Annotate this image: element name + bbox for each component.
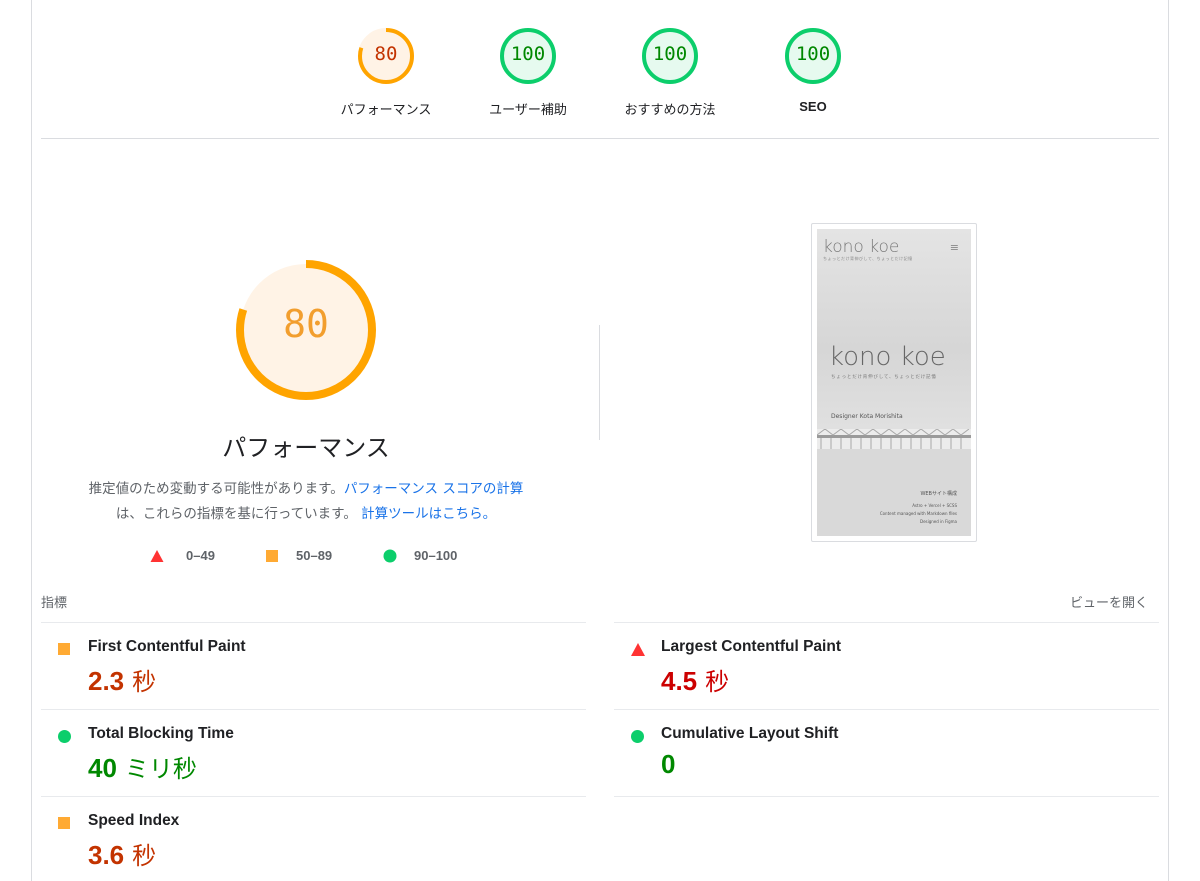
- legend-range: 50–89: [296, 548, 333, 563]
- metric-name: First Contentful Paint: [88, 638, 246, 655]
- score-calc-link[interactable]: パフォーマンス スコアの計算: [344, 481, 524, 497]
- metric-value: 3.6 秒: [88, 836, 156, 871]
- thumb-tech-item: Content managed with Markdown files: [879, 511, 957, 516]
- metric-number: 2.3: [88, 666, 125, 696]
- metric-number: 0: [661, 749, 676, 779]
- gauge-label: SEO: [799, 99, 827, 114]
- description-text: は、これらの指標を基に行っています。: [115, 506, 357, 522]
- row-divider: [41, 796, 586, 797]
- metric-name: Speed Index: [88, 812, 180, 829]
- gauge-label: おすすめの方法: [624, 103, 716, 118]
- metric-number: 3.6: [88, 840, 125, 870]
- triangle-icon: [631, 643, 645, 656]
- square-icon: [266, 550, 278, 562]
- metric-number: 4.5: [661, 666, 698, 696]
- screenshot-image: kono koe ≡ ちょっとだけ背伸びして、ちょっとだけ記憶 kono koe…: [817, 229, 971, 536]
- vertical-divider: [599, 325, 600, 440]
- metric-unit: 秒: [132, 668, 157, 696]
- view-toggle-button[interactable]: ビューを開く: [1020, 592, 1148, 611]
- row-divider: [614, 709, 1159, 710]
- gauge-score: 100: [795, 43, 831, 65]
- summary-divider: [41, 138, 1159, 139]
- circle-icon: [631, 730, 644, 743]
- thumb-tech-item: Astro + Vercel + SCSS: [912, 503, 957, 508]
- triangle-icon: [150, 550, 164, 562]
- legend-range: 0–49: [186, 548, 215, 563]
- thumb-hero-subtitle: ちょっとだけ背伸びして、ちょっとだけ記憶: [831, 375, 937, 380]
- description-text: 推定値のため変動する可能性があります。: [88, 481, 344, 497]
- thumb-tech-item: Designed in Figma: [919, 519, 957, 524]
- gauge-score: 100: [510, 43, 546, 65]
- row-divider: [614, 796, 1159, 797]
- performance-description: 推定値のため変動する可能性があります。パフォーマンス スコアの計算 は、これらの…: [60, 477, 552, 527]
- thumb-web-label: WEBサイト構成: [920, 491, 957, 497]
- score-legend: 0–49 50–89 90–100: [150, 547, 480, 567]
- circle-icon: [383, 549, 397, 563]
- performance-title: パフォーマンス: [222, 434, 390, 462]
- thumb-hero: kono koe: [829, 342, 946, 372]
- gauge-label: パフォーマンス: [340, 103, 432, 118]
- gauge-seo[interactable]: 100 SEO: [743, 26, 883, 126]
- gauge-score: 100: [652, 43, 688, 65]
- performance-score: 80: [283, 302, 329, 346]
- metric-unit: 秒: [705, 668, 730, 696]
- square-icon: [58, 817, 70, 829]
- gauge-accessibility[interactable]: 100 ユーザー補助: [458, 26, 598, 126]
- thumb-logo: kono koe: [823, 237, 900, 257]
- metric-unit: 秒: [132, 842, 157, 870]
- row-divider: [41, 709, 586, 710]
- metric-unit: ミリ秒: [124, 755, 197, 783]
- thumb-tech-list: Astro + Vercel + SCSS Content managed wi…: [880, 502, 957, 526]
- gauge-performance[interactable]: 80 パフォーマンス: [316, 26, 456, 126]
- thumb-subtitle: ちょっとだけ背伸びして、ちょっとだけ記憶: [823, 256, 913, 261]
- gauge-best-practices[interactable]: 100 おすすめの方法: [600, 26, 740, 126]
- thumb-designer: Designer Kota Morishita: [831, 413, 903, 420]
- metric-value: 4.5 秒: [661, 662, 729, 697]
- circle-icon: [58, 730, 71, 743]
- hamburger-icon: ≡: [949, 241, 959, 254]
- metric-name: Largest Contentful Paint: [661, 638, 841, 655]
- metric-value: 2.3 秒: [88, 662, 156, 697]
- metric-name: Cumulative Layout Shift: [661, 725, 839, 742]
- metric-name: Total Blocking Time: [88, 725, 234, 742]
- metric-number: 40: [88, 753, 117, 783]
- metrics-heading: 指標: [41, 596, 68, 611]
- legend-range: 90–100: [414, 548, 458, 563]
- row-divider: [614, 622, 1159, 623]
- gauge-label: ユーザー補助: [489, 103, 567, 118]
- square-icon: [58, 643, 70, 655]
- row-divider: [41, 622, 586, 623]
- final-screenshot[interactable]: kono koe ≡ ちょっとだけ背伸びして、ちょっとだけ記憶 kono koe…: [811, 223, 977, 542]
- metric-value: 40 ミリ秒: [88, 749, 197, 784]
- gauge-score: 80: [374, 43, 398, 65]
- category-summary: 80 パフォーマンス 100 ユーザー補助 100 おすすめの方法 100 SE…: [0, 0, 1200, 140]
- metric-value: 0: [661, 749, 683, 780]
- calculator-link[interactable]: 計算ツールはこちら。: [361, 506, 496, 522]
